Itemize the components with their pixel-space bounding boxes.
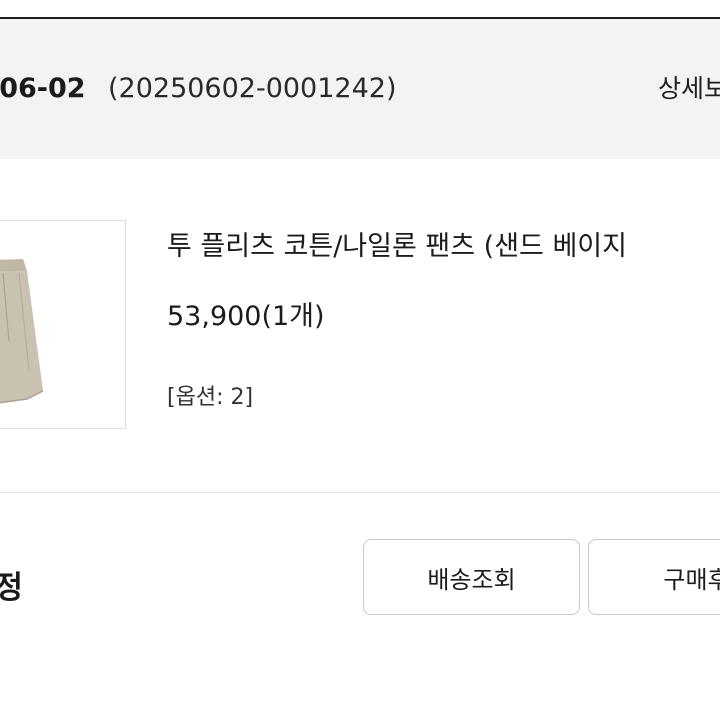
order-header: -06-02 (20250602-0001242) 상세보: [0, 19, 720, 159]
order-date: -06-02: [0, 73, 86, 104]
top-margin: [0, 0, 720, 17]
delivery-tracking-button[interactable]: 배송조회: [363, 539, 580, 615]
pants-image: [0, 221, 125, 428]
order-status: 확정: [0, 562, 23, 607]
product-option: [옵션: 2]: [167, 385, 254, 410]
order-card: -06-02 (20250602-0001242) 상세보 투 플리츠: [0, 17, 720, 720]
purchase-review-button[interactable]: 구매후: [588, 539, 720, 615]
product-price: 53,900(1개): [167, 301, 325, 332]
order-detail-link[interactable]: 상세보: [658, 69, 720, 105]
product-thumbnail[interactable]: [0, 220, 126, 429]
order-history-view: -06-02 (20250602-0001242) 상세보 투 플리츠: [0, 0, 720, 720]
section-divider: [0, 492, 720, 493]
product-title[interactable]: 투 플리츠 코튼/나일론 팬츠 (샌드 베이지: [167, 224, 627, 263]
order-number: (20250602-0001242): [108, 73, 397, 104]
